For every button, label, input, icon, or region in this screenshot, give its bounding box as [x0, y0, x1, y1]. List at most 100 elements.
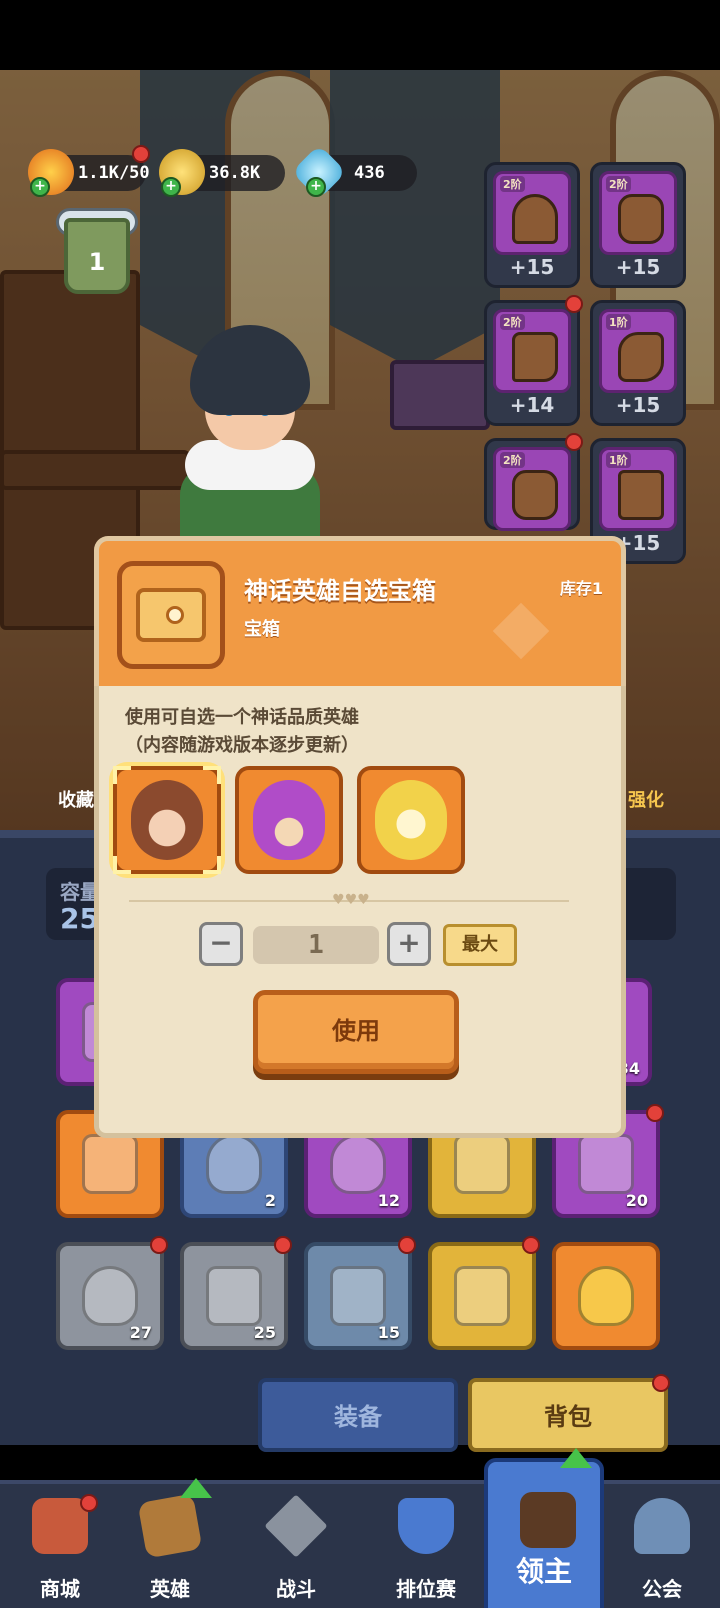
nav-battle[interactable]: 战斗	[236, 1484, 356, 1608]
equip-tier: 2阶	[500, 314, 525, 330]
add-stamina-icon[interactable]: +	[30, 177, 50, 197]
bag-slot-gray-bag[interactable]: 27	[56, 1236, 168, 1350]
chest-icon	[206, 1266, 262, 1326]
equip-tier: 1阶	[606, 452, 631, 468]
boots-icon	[512, 332, 558, 382]
upgrade-arrow-icon	[560, 1448, 592, 1468]
divider-hearts-icon: ♥♥♥	[332, 892, 370, 908]
decrease-quantity-button[interactable]: −	[199, 922, 243, 966]
chest-icon	[330, 1266, 386, 1326]
dialog-subtitle: 宝箱	[244, 619, 280, 640]
tab-equipment[interactable]: 装备	[258, 1378, 458, 1452]
add-gold-icon[interactable]: +	[161, 177, 181, 197]
bottom-nav: 商城 英雄 战斗 排位赛 领主 公会	[0, 1448, 720, 1608]
status-bar	[0, 0, 720, 70]
description-note: （内容随游戏版本逐步更新）	[125, 735, 359, 756]
hero-option-purple-flame-spirit[interactable]	[235, 766, 343, 874]
hero-portrait	[375, 780, 447, 860]
item-count: 27	[129, 1323, 152, 1342]
selection-corner	[113, 856, 131, 874]
nav-guild-label: 公会	[642, 1577, 682, 1601]
item-count: 15	[377, 1323, 400, 1342]
gold-counter[interactable]: + 36.8K	[159, 149, 285, 197]
honey-jar-icon	[578, 1266, 634, 1326]
fur-coat-icon	[618, 194, 664, 244]
chest-icon	[578, 1134, 634, 1194]
use-button[interactable]: 使用	[253, 990, 459, 1074]
rank-badge[interactable]: 1	[64, 218, 130, 294]
hero-option-yellow-lightning-cat[interactable]	[357, 766, 465, 874]
gem-counter[interactable]: + 436	[291, 144, 417, 200]
equip-level: +15	[615, 393, 661, 417]
hero-card-icon	[137, 1493, 203, 1559]
upgrade-arrow-icon	[180, 1478, 212, 1498]
equip-slot-cape[interactable]: 2阶	[484, 433, 583, 531]
equip-tier: 2阶	[500, 176, 525, 192]
nav-ranking[interactable]: 排位赛	[366, 1484, 486, 1608]
mythic-chest-icon	[117, 561, 225, 669]
equip-slot-coat[interactable]: 2阶 +15	[590, 162, 686, 288]
collect-button[interactable]: 收藏	[58, 786, 94, 812]
equip-slot-gloves[interactable]: 1阶 +15	[590, 300, 686, 426]
bag-slot-gray-chest[interactable]: 25	[180, 1236, 292, 1350]
tab-bag-label: 背包	[544, 1403, 592, 1431]
equip-tier: 2阶	[606, 176, 631, 192]
notification-dot	[150, 1236, 168, 1254]
nav-shop[interactable]: 商城	[0, 1484, 120, 1608]
dialog-body: 使用可自选一个神话品质英雄 （内容随游戏版本逐步更新） ♥♥♥ − 1 + 最大…	[94, 686, 626, 1138]
equip-tier: 1阶	[606, 314, 631, 330]
ranking-shield-icon	[398, 1498, 454, 1554]
nav-guild[interactable]: 公会	[602, 1484, 720, 1608]
chest-icon	[454, 1134, 510, 1194]
bag-slot-gold-chest[interactable]	[428, 1236, 540, 1350]
nav-heroes[interactable]: 英雄	[110, 1478, 230, 1608]
pants-icon	[618, 470, 664, 520]
item-count: 25	[253, 1323, 276, 1342]
hero-portrait	[131, 780, 203, 860]
bag-slot-blue-chest[interactable]: 15	[304, 1236, 416, 1350]
potion-bowl-icon	[330, 1134, 386, 1194]
hero-option-brown-haired-girl[interactable]	[113, 766, 221, 874]
shop-icon	[32, 1498, 88, 1554]
notification-dot	[132, 145, 150, 163]
bag-slot-honey-jar[interactable]	[552, 1242, 660, 1350]
max-quantity-button[interactable]: 最大	[443, 924, 517, 966]
enhance-button[interactable]: 强化	[628, 786, 664, 812]
dialog-title: 神话英雄自选宝箱	[244, 577, 436, 605]
nav-lord-label: 领主	[515, 1555, 572, 1588]
nav-lord[interactable]: 领主	[484, 1448, 604, 1608]
crossed-swords-icon	[264, 1494, 328, 1558]
stamina-counter[interactable]: + 1.1K/50	[28, 145, 150, 197]
selection-corner	[203, 766, 221, 784]
chest-icon	[454, 1266, 510, 1326]
nav-battle-label: 战斗	[276, 1577, 316, 1601]
item-count: 2	[264, 1191, 276, 1210]
equip-slot-boots[interactable]: 2阶 +14	[484, 295, 583, 426]
notification-dot	[652, 1374, 670, 1392]
item-count: 20	[625, 1191, 648, 1210]
fur-hat-icon	[512, 194, 558, 244]
gem-value: 436	[354, 163, 385, 183]
item-count: 12	[377, 1191, 400, 1210]
mystery-bag-icon	[206, 1134, 262, 1194]
nav-shop-label: 商城	[40, 1577, 80, 1601]
hero-hair	[190, 325, 310, 415]
add-gem-icon[interactable]: +	[306, 177, 326, 197]
equip-slot-hat[interactable]: 2阶 +15	[484, 162, 580, 288]
chest-use-dialog: 神话英雄自选宝箱 宝箱 库存1 使用可自选一个神话品质英雄 （内容随游戏版本逐步…	[94, 536, 626, 1138]
description-line: 使用可自选一个神话品质英雄	[125, 707, 359, 728]
equip-level: +15	[509, 255, 555, 279]
chest-icon	[82, 1134, 138, 1194]
notification-dot	[274, 1236, 292, 1254]
dialog-description: 使用可自选一个神话品质英雄 （内容随游戏版本逐步更新）	[125, 704, 359, 760]
quantity-field[interactable]: 1	[253, 926, 379, 964]
hero-portrait	[253, 780, 325, 860]
notification-dot	[565, 433, 583, 451]
gold-value: 36.8K	[209, 163, 261, 183]
mystery-bag-icon	[82, 1266, 138, 1326]
increase-quantity-button[interactable]: +	[387, 922, 431, 966]
equip-level: +14	[509, 393, 555, 417]
notification-dot	[80, 1494, 98, 1512]
tab-bag[interactable]: 背包	[468, 1374, 670, 1452]
equip-tier: 2阶	[500, 452, 525, 468]
